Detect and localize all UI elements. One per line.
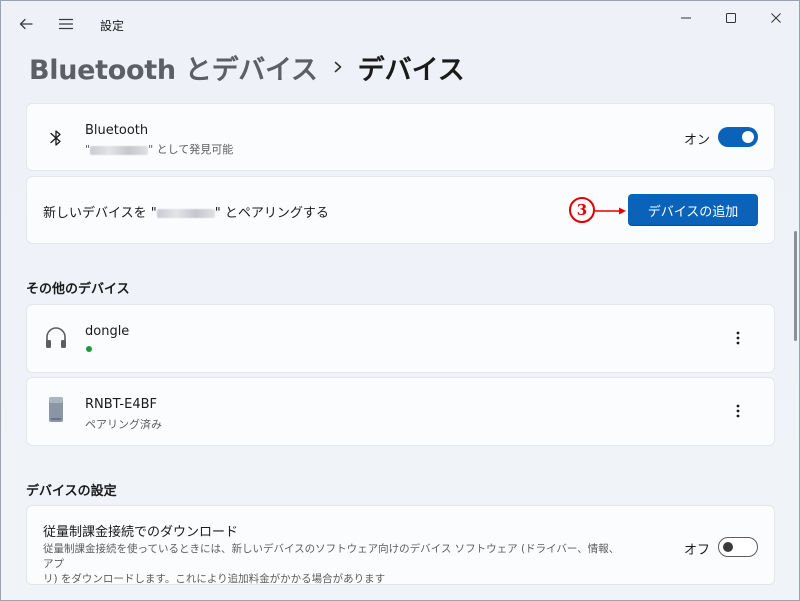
toggle-knob: [742, 131, 754, 143]
metered-description-line1: 従量制課金接続を使っているときには、新しいデバイスのソフトウェア向けのデバイス …: [43, 543, 620, 570]
more-options-button[interactable]: [727, 327, 749, 349]
breadcrumb-separator: [318, 60, 358, 74]
minimize-icon: [681, 17, 691, 19]
minimize-button[interactable]: [663, 3, 709, 33]
device-status: ペアリング済み: [85, 418, 162, 431]
window-title: 設定: [100, 19, 125, 33]
maximize-icon: [726, 13, 736, 23]
connected-status-dot: [86, 346, 92, 352]
metered-description: 従量制課金接続を使っているときには、新しいデバイスのソフトウェア向けのデバイス …: [43, 542, 623, 587]
pair-device-card: 新しいデバイスを " " とペアリングする 3 デバイスの追加: [26, 176, 775, 244]
pair-device-text: 新しいデバイスを " " とペアリングする: [43, 202, 329, 221]
back-button[interactable]: [15, 13, 37, 35]
device-card-dongle[interactable]: dongle: [26, 304, 775, 373]
bluetooth-toggle-label: オン: [684, 133, 711, 148]
chevron-right-icon: [334, 61, 341, 73]
hamburger-icon: [58, 18, 74, 30]
discoverable-suffix: " として発見可能: [148, 143, 234, 156]
close-button[interactable]: [753, 3, 799, 33]
maximize-button[interactable]: [708, 3, 754, 33]
back-arrow-icon: [19, 18, 33, 30]
bluetooth-card: Bluetooth " " として発見可能 オン: [26, 103, 775, 171]
metered-download-card: 従量制課金接続でのダウンロード 従量制課金接続を使っているときには、新しいデバイ…: [26, 505, 775, 585]
blurred-device-name: [156, 209, 215, 218]
device-name: RNBT-E4BF: [85, 397, 157, 412]
bluetooth-icon: [42, 124, 70, 152]
pair-suffix: " とペアリングする: [214, 206, 329, 221]
other-devices-heading: その他のデバイス: [26, 282, 130, 297]
toggle-knob: [723, 542, 733, 552]
headphones-icon: [42, 323, 70, 351]
bluetooth-toggle[interactable]: [718, 127, 758, 147]
device-icon: [42, 396, 70, 424]
bluetooth-title: Bluetooth: [85, 123, 149, 138]
more-vertical-icon: [736, 331, 740, 345]
metered-toggle[interactable]: [718, 537, 758, 557]
more-vertical-icon: [736, 404, 740, 418]
more-options-button[interactable]: [727, 400, 749, 422]
bluetooth-discoverable-text: " " として発見可能: [85, 141, 233, 157]
metered-title: 従量制課金接続でのダウンロード: [43, 525, 239, 540]
settings-window: 設定 Bluetooth とデバイス デバイス Bluetooth " " として…: [0, 0, 800, 601]
breadcrumb: Bluetooth とデバイス デバイス: [29, 47, 465, 87]
add-device-button[interactable]: デバイスの追加: [628, 194, 758, 226]
metered-description-line2: リ) をダウンロードします。これにより追加料金がかかる場合があります: [43, 573, 386, 585]
device-name: dongle: [85, 324, 130, 339]
breadcrumb-parent-link[interactable]: Bluetooth とデバイス: [29, 48, 318, 87]
title-bar: 設定: [1, 1, 799, 47]
scrollbar[interactable]: [794, 231, 797, 341]
metered-toggle-label: オフ: [684, 543, 711, 558]
pair-prefix: 新しいデバイスを ": [43, 206, 157, 221]
annotation-arrow-icon: [595, 207, 626, 215]
close-icon: [771, 13, 781, 23]
blurred-device-name: [90, 145, 149, 155]
device-settings-heading: デバイスの設定: [26, 484, 117, 499]
navigation-menu-button[interactable]: [55, 13, 77, 35]
step-number-badge: 3: [569, 197, 595, 223]
page-title: デバイス: [357, 54, 465, 86]
device-card-rnbt[interactable]: RNBT-E4BF ペアリング済み: [26, 377, 775, 446]
